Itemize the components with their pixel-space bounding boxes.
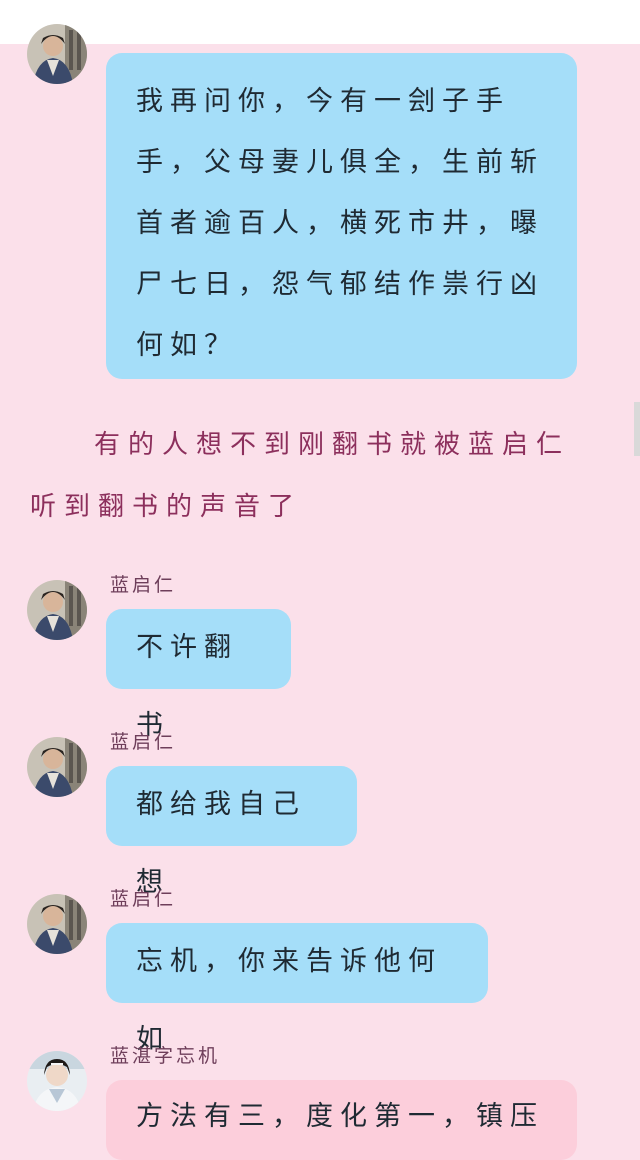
message-bubble[interactable]: 不许翻书 [106,609,291,741]
avatar[interactable] [27,580,87,640]
elder-avatar-icon [27,894,87,954]
avatar[interactable] [27,1051,87,1111]
sender-name: 蓝启仁 [110,731,177,753]
avatar[interactable] [27,24,87,84]
message-bubble[interactable]: 我再问你，今有一刽子手手，父母妻儿俱全，生前斩首者逾百人，横死市井，曝尸七日，怨… [106,53,577,379]
sender-name: 蓝湛字忘机 [110,1045,221,1067]
sender-name: 蓝启仁 [110,888,177,910]
message-bubble[interactable]: 忘机，你来告诉他何如 [106,923,488,1055]
scroll-indicator[interactable] [634,402,640,456]
young-man-avatar-icon [27,1051,87,1111]
narration-text: 有的人想不到刚翻书就被蓝启仁听到翻书的声音了 [30,430,571,522]
top-status-bar [0,0,640,44]
elder-avatar-icon [27,580,87,640]
message-bubble[interactable]: 都给我自己想 [106,766,357,898]
sender-name: 蓝启仁 [110,574,177,596]
message-bubble[interactable]: 方法有三，度化第一，镇压 [106,1080,577,1160]
message-text: 方法有三，度化第一，镇压 [136,1101,544,1132]
elder-avatar-icon [27,737,87,797]
avatar[interactable] [27,737,87,797]
avatar[interactable] [27,894,87,954]
message-text: 我再问你，今有一刽子手手，父母妻儿俱全，生前斩首者逾百人，横死市井，曝尸七日，怨… [136,86,544,361]
elder-avatar-icon [27,24,87,84]
